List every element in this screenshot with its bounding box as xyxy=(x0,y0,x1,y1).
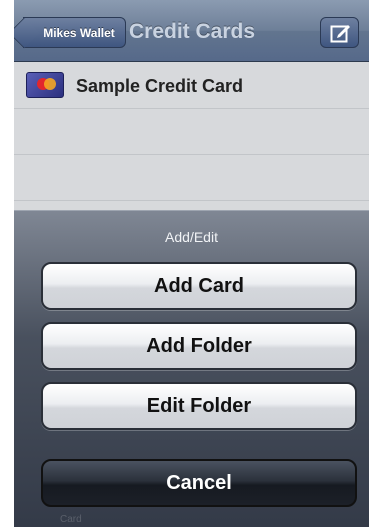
app-screen: Mikes Wallet Credit Cards Sample Credit … xyxy=(14,0,369,527)
back-button[interactable]: Mikes Wallet xyxy=(23,17,126,48)
tab-bar-behind-sheet: Card xyxy=(14,497,369,527)
compose-icon xyxy=(330,25,350,43)
list-item-label: Sample Credit Card xyxy=(76,76,244,96)
list-item[interactable]: Sample Credit Card xyxy=(14,63,369,109)
action-sheet-title: Add/Edit xyxy=(165,229,218,245)
add-card-label: Add Card xyxy=(154,274,244,297)
empty-row xyxy=(14,109,369,155)
compose-button[interactable] xyxy=(320,17,359,48)
card-list: Sample Credit Card xyxy=(14,63,369,201)
edit-folder-button[interactable]: Edit Folder xyxy=(41,382,357,430)
credit-card-icon xyxy=(26,72,64,98)
tab-card-label: Card xyxy=(60,514,82,525)
empty-row xyxy=(14,155,369,201)
add-folder-button[interactable]: Add Folder xyxy=(41,322,357,370)
cancel-label: Cancel xyxy=(166,471,232,494)
edit-folder-label: Edit Folder xyxy=(146,394,252,417)
navigation-bar: Mikes Wallet Credit Cards xyxy=(14,0,369,62)
page-title: Credit Cards xyxy=(129,20,256,43)
back-button-label: Mikes Wallet xyxy=(43,25,115,40)
add-card-button[interactable]: Add Card xyxy=(41,262,357,310)
action-sheet: Add/Edit Add Card Add Folder Edit Folder… xyxy=(14,210,369,527)
add-folder-label: Add Folder xyxy=(146,334,252,357)
